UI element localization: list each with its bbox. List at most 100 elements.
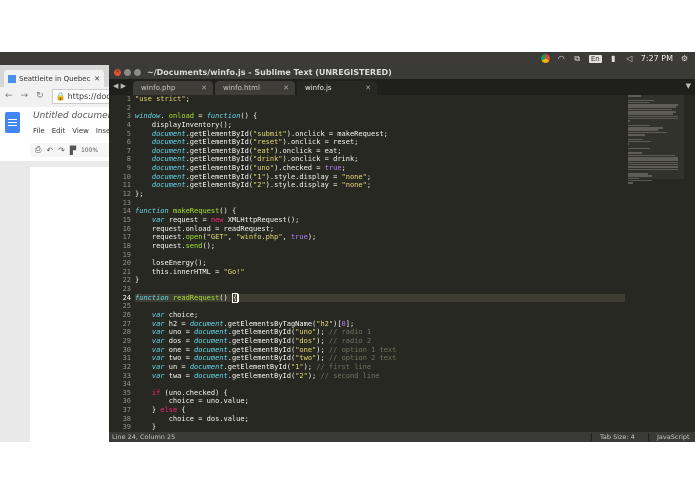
code-line[interactable]: document.getElementById("2").style.displ… (135, 181, 625, 190)
minimize-window-icon[interactable] (124, 68, 131, 76)
code-line[interactable]: document.getElementById("uno").checked =… (135, 164, 625, 173)
code-line[interactable]: "use strict"; (135, 95, 625, 104)
code-line[interactable]: var twa = document.getElementById("2"); … (135, 372, 625, 381)
zoom-select[interactable]: 100% (81, 147, 98, 154)
back-arrow-icon[interactable]: ← (5, 91, 13, 101)
close-icon[interactable]: ✕ (283, 84, 289, 92)
close-window-icon[interactable]: ✕ (114, 68, 121, 76)
code-line[interactable]: var choice; (135, 311, 625, 320)
code-token: "uno" (295, 328, 317, 337)
chrome-tab[interactable]: Seattleite in Quebec ✕ (4, 70, 104, 87)
code-token: "1" (253, 172, 266, 181)
syntax-selector[interactable]: JavaScript (648, 433, 695, 441)
code-editor[interactable]: 1 2 3 4 5 6 7 8 9 10 11 12 13 14 15 16 17 18 19 20 21 22 23 24 2… (109, 95, 695, 432)
redo-icon[interactable]: ↷ (58, 146, 65, 155)
code-line[interactable]: document.getElementById("drink").onclick… (135, 155, 625, 164)
code-line[interactable]: var request = new XMLHttpRequest(); (135, 216, 625, 225)
code-line[interactable]: if (uno.checked) { (135, 389, 625, 398)
code-line[interactable]: document.getElementById("1").style.displ… (135, 173, 625, 182)
code-line[interactable]: var dos = document.getElementById("dos")… (135, 337, 625, 346)
code-token: var (151, 354, 165, 363)
code-line[interactable]: document.getElementById("reset").onclick… (135, 138, 625, 147)
close-icon[interactable]: ✕ (201, 84, 207, 92)
tab-winfo-js[interactable]: winfo.js ✕ (297, 81, 377, 95)
close-icon[interactable]: ✕ (365, 84, 371, 92)
code-token: twa = (164, 371, 195, 380)
minimap-line (628, 168, 678, 170)
code-line[interactable] (135, 251, 625, 260)
code-line[interactable]: var two = document.getElementById("two")… (135, 354, 625, 363)
menu-file[interactable]: File (33, 127, 45, 135)
code-line[interactable]: request.open("GET", "winfo.php", true); (135, 233, 625, 242)
system-tray: ◠ ⧉ En ▮ ◁ 7:27 PM ⚙ (540, 52, 689, 65)
tab-winfo-html[interactable]: winfo.html ✕ (215, 81, 295, 95)
close-icon[interactable]: ✕ (94, 75, 100, 83)
battery-icon[interactable]: ▮ (609, 54, 618, 63)
wifi-icon[interactable]: ◠ (557, 54, 566, 63)
code-line[interactable] (135, 380, 625, 389)
line-number: 38 (122, 414, 131, 423)
code-area[interactable]: "use strict"; window. onload = function(… (135, 95, 625, 432)
code-line[interactable]: } (135, 276, 625, 285)
code-line[interactable]: var one = document.getElementById("one")… (135, 346, 625, 355)
code-line[interactable]: var h2 = document.getElementsByTagName("… (135, 320, 625, 329)
minimap[interactable] (628, 95, 680, 195)
code-line[interactable] (135, 285, 625, 294)
chrome-tray-icon[interactable] (540, 54, 550, 63)
code-line[interactable]: choice = uno.value; (135, 397, 625, 406)
code-line[interactable]: window. onload = function() { (135, 112, 625, 121)
maximize-window-icon[interactable] (134, 68, 141, 76)
print-icon[interactable]: ⎙ (35, 145, 41, 155)
minimap-line (628, 152, 642, 154)
tab-scroll-arrows-icon[interactable]: ◀ ▶ (113, 82, 126, 90)
undo-icon[interactable]: ↶ (46, 146, 53, 155)
menu-edit[interactable]: Edit (52, 127, 66, 135)
code-token: true (324, 164, 342, 173)
code-line[interactable]: var uno = document.getElementById("uno")… (135, 328, 625, 337)
tab-size-selector[interactable]: Tab Size: 4 (591, 433, 648, 441)
paint-format-icon[interactable]: ▛ (70, 146, 76, 155)
code-line[interactable]: loseEnergy(); (135, 259, 625, 268)
code-token: // option 1 text (328, 345, 397, 354)
code-line[interactable]: this.innerHTML = "Go!" (135, 268, 625, 277)
minimap-line (628, 131, 667, 134)
volume-icon[interactable]: ◁ (625, 54, 634, 63)
code-token: .getElementById( (227, 371, 296, 380)
line-number: 28 (122, 328, 131, 337)
code-line[interactable] (135, 199, 625, 208)
reload-icon[interactable]: ↻ (36, 91, 44, 101)
line-number: 24 (122, 293, 131, 302)
code-line[interactable]: choice = dos.value; (135, 415, 625, 424)
code-line[interactable] (135, 104, 625, 113)
code-token: ]; (345, 319, 355, 328)
menu-view[interactable]: View (72, 127, 89, 135)
code-token: .getElementById( (185, 138, 254, 147)
docs-logo-icon[interactable] (5, 112, 20, 133)
forward-arrow-icon[interactable]: → (21, 91, 29, 101)
line-number: 4 (126, 120, 131, 129)
code-token: "none" (341, 181, 367, 190)
code-line[interactable]: var un = document.getElementById("1"); /… (135, 363, 625, 372)
code-token: dos = (164, 336, 195, 345)
doc-title[interactable]: Untitled document (33, 111, 117, 121)
code-line[interactable]: request.onload = readRequest; (135, 225, 625, 234)
code-line[interactable]: function makeRequest() { (135, 207, 625, 216)
code-line[interactable]: }; (135, 190, 625, 199)
code-line[interactable]: displayInventory(); (135, 121, 625, 130)
tab-winfo-php[interactable]: winfo.php ✕ (133, 81, 213, 95)
gear-icon[interactable]: ⚙ (680, 54, 689, 63)
code-line[interactable]: } else { (135, 406, 625, 415)
keyboard-language-indicator[interactable]: En (588, 54, 602, 63)
code-line[interactable]: document.getElementById("submit").onclic… (135, 130, 625, 139)
clock[interactable]: 7:27 PM (641, 54, 673, 63)
doc-page[interactable] (30, 167, 110, 442)
minimap-line (628, 115, 678, 118)
code-line[interactable]: document.getElementById("eat").onclick =… (135, 147, 625, 156)
code-line[interactable]: function readRequest() { (135, 292, 625, 303)
tab-list-dropdown-icon[interactable]: ▼ (686, 82, 691, 90)
code-line[interactable]: request.send(); (135, 242, 625, 251)
code-line[interactable] (135, 302, 625, 311)
dropbox-icon[interactable]: ⧉ (573, 54, 582, 63)
code-line[interactable]: } (135, 423, 625, 432)
